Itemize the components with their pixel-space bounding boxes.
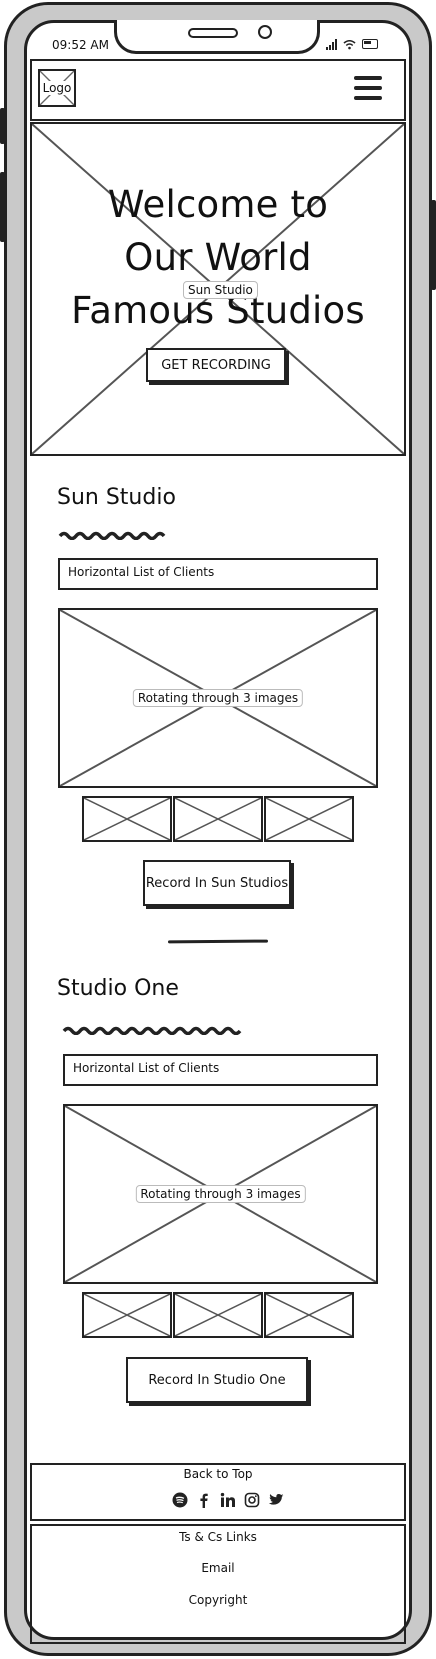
clients-list[interactable]: Horizontal List of Clients	[58, 558, 378, 590]
clients-list[interactable]: Horizontal List of Clients	[63, 1054, 378, 1086]
carousel-thumbnail[interactable]	[82, 796, 172, 842]
image-placeholder-icon	[266, 1294, 352, 1336]
image-placeholder-icon	[266, 798, 352, 840]
carousel-thumbnail[interactable]	[82, 1292, 172, 1338]
record-sun-studios-button[interactable]: Record In Sun Studios	[143, 860, 291, 906]
image-placeholder-icon	[84, 798, 170, 840]
copyright-text: Copyright	[188, 1593, 248, 1607]
carousel-label: Rotating through 3 images	[135, 1185, 306, 1203]
image-carousel[interactable]: Rotating through 3 images	[58, 608, 378, 788]
logo[interactable]: Logo	[38, 69, 76, 107]
scribble-text-placeholder	[58, 531, 166, 540]
spotify-icon[interactable]	[172, 1492, 188, 1508]
record-studio-one-button[interactable]: Record In Studio One	[126, 1357, 308, 1403]
carousel-label: Rotating through 3 images	[132, 689, 304, 707]
status-icons	[326, 37, 388, 51]
hero-image-label: Sun Studio	[183, 281, 258, 299]
status-time: 09:52 AM	[52, 38, 109, 52]
instagram-icon[interactable]	[244, 1492, 260, 1508]
linkedin-icon[interactable]	[220, 1492, 236, 1508]
section-title-sun-studio: Sun Studio	[57, 485, 176, 510]
hero-title: Welcome to Our World Famous Studios	[60, 178, 376, 337]
wifi-icon	[343, 39, 356, 49]
speaker-icon	[188, 28, 238, 38]
battery-icon	[362, 39, 378, 49]
hero-title-line: Our World	[124, 236, 312, 279]
image-placeholder-icon	[175, 1294, 261, 1336]
facebook-icon[interactable]	[196, 1492, 212, 1508]
image-carousel[interactable]: Rotating through 3 images	[63, 1104, 378, 1284]
phone-side-button	[0, 108, 5, 144]
signal-icon	[326, 38, 337, 50]
twitter-icon[interactable]	[268, 1492, 284, 1508]
scribble-text-placeholder	[62, 1026, 242, 1035]
carousel-thumbnail[interactable]	[264, 1292, 354, 1338]
image-placeholder-icon	[175, 798, 261, 840]
social-links	[172, 1490, 284, 1510]
hero-title-line: Welcome to	[107, 183, 329, 226]
image-placeholder-icon	[84, 1294, 170, 1336]
back-to-top-link[interactable]: Back to Top	[30, 1467, 406, 1481]
hamburger-menu-icon[interactable]	[354, 76, 382, 100]
get-recording-button[interactable]: GET RECORDING	[146, 348, 286, 382]
phone-side-button	[0, 172, 5, 242]
email-link[interactable]: Email	[30, 1561, 406, 1575]
terms-link[interactable]: Ts & Cs Links	[30, 1530, 406, 1544]
camera-icon	[258, 25, 272, 39]
carousel-thumbnail[interactable]	[173, 1292, 263, 1338]
carousel-thumbnail[interactable]	[264, 796, 354, 842]
phone-side-button	[431, 200, 436, 290]
site-header	[30, 59, 406, 121]
logo-label: Logo	[41, 81, 73, 95]
section-title-studio-one: Studio One	[57, 976, 179, 1001]
carousel-thumbnail[interactable]	[173, 796, 263, 842]
